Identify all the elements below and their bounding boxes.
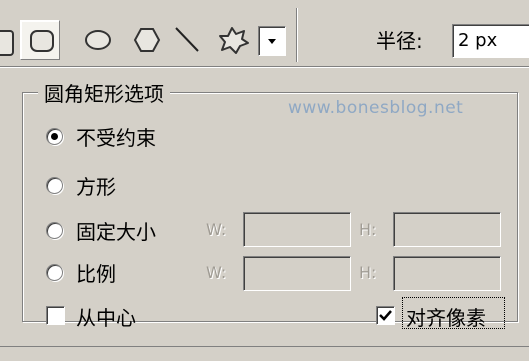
rounded-rectangle-tool[interactable] [20, 20, 60, 60]
label-square: 方形 [76, 175, 116, 199]
line-icon [175, 27, 199, 52]
proportional-height-input[interactable] [393, 256, 501, 291]
fixed-height-label: H: [359, 220, 377, 239]
snap-to-pixels-checkbox[interactable] [376, 306, 395, 325]
rounded-rectangle-icon [30, 30, 54, 52]
radio-fixed-size[interactable] [46, 222, 63, 239]
fixed-height-input[interactable] [393, 212, 501, 247]
toolbar-separator [296, 8, 297, 62]
polygon-tool[interactable] [126, 20, 166, 60]
label-proportional: 比例 [76, 262, 116, 286]
ellipse-tool[interactable] [78, 20, 118, 60]
panel-bottom-edge [0, 346, 529, 361]
shape-toolbar: 半径: 2 px [0, 0, 529, 66]
triangle-down-icon [268, 39, 276, 44]
watermark: www.bonesblog.net [288, 98, 464, 118]
proportional-width-input[interactable] [243, 256, 351, 291]
label-unconstrained: 不受约束 [76, 126, 156, 150]
line-tool[interactable] [168, 20, 208, 60]
fixed-width-input[interactable] [243, 212, 351, 247]
proportional-width-label: W: [206, 263, 227, 282]
group-title: 圆角矩形选项 [38, 78, 170, 107]
radius-input[interactable]: 2 px [452, 24, 529, 58]
from-center-checkbox[interactable] [46, 306, 65, 325]
label-snap-to-pixels: 对齐像素 [406, 306, 486, 330]
proportional-height-label: H: [359, 263, 377, 282]
rectangle-tool-partial[interactable] [0, 30, 14, 56]
shape-options-dropdown[interactable] [258, 26, 286, 56]
fixed-width-label: W: [206, 220, 227, 239]
checkmark-icon [379, 310, 392, 321]
label-fixed-size: 固定大小 [76, 220, 156, 244]
radio-square[interactable] [46, 177, 63, 194]
polygon-icon [133, 28, 161, 52]
radius-label: 半径: [376, 29, 423, 53]
custom-shape-tool[interactable] [212, 20, 252, 60]
ellipse-icon [85, 30, 111, 50]
label-from-center: 从中心 [76, 306, 136, 330]
radio-unconstrained[interactable] [46, 128, 63, 145]
radio-proportional[interactable] [46, 264, 63, 281]
custom-shape-icon [219, 27, 249, 54]
